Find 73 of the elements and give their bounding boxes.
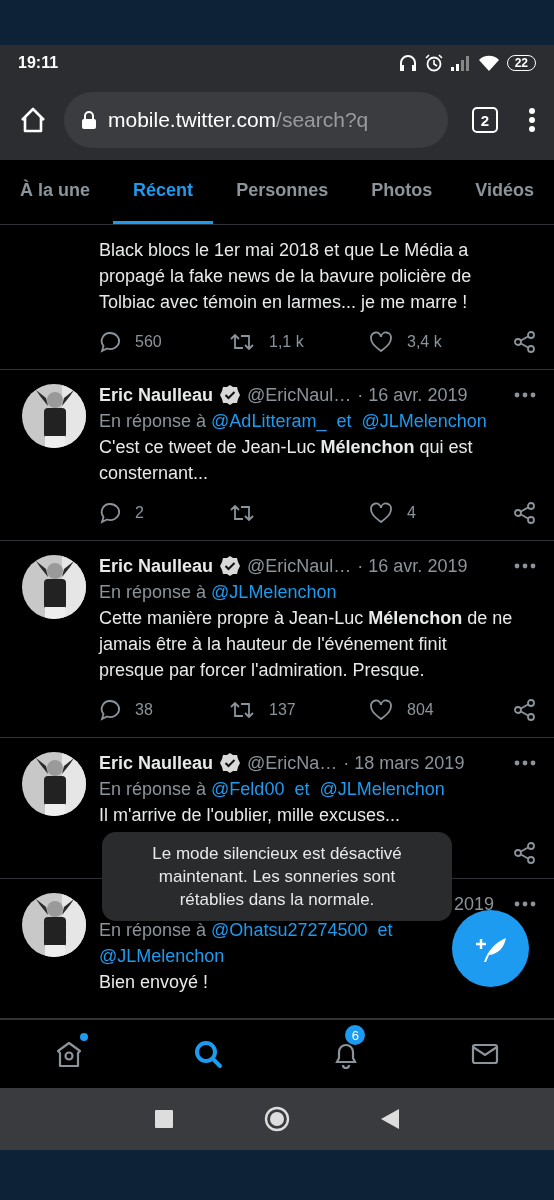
recents-icon[interactable] [155,1110,174,1128]
more-icon[interactable] [528,107,536,133]
tweet-date: 2019 [453,893,494,916]
heart-icon[interactable] [369,331,393,353]
clock-time: 19:11 [18,53,59,72]
tweet-text: Il m'arrive de l'oublier, mille excuses... [99,804,401,827]
tweet-text: Bien envoyé ! [99,971,210,994]
mention-link[interactable]: @Feld00 [211,779,285,799]
tweet-text: C'est ce tweet de Jean-Luc Mélenchon qui est consternant... [99,436,474,485]
heart-icon[interactable] [369,699,393,721]
reply-count: 560 [135,332,162,352]
tab[interactable]: Personnes [236,160,329,224]
tweet-text: Cette manière propre à Jean-Luc Mélenchon de ne jamais être à la hauteur de l'événement finit presque par forcer l'admiration. Presque. [99,607,514,682]
author-name[interactable]: Eric Naulleau [99,553,214,579]
like-count: 804 [407,700,434,720]
retweet-icon[interactable] [229,502,255,524]
reply-joiner: et [377,920,393,940]
tweet-date: · 16 avr. 2019 [357,555,468,578]
author-handle: @EricNaul… [247,555,352,578]
reply-icon[interactable] [99,502,121,524]
url-field[interactable]: mobile.twitter.com/search?q [64,92,448,148]
share-icon[interactable] [514,331,536,353]
tweet-text: Black blocs le 1er mai 2018 et que Le Média a propagé la fake news de la bavure policière de Tolbiac avec témoin en larmes... je me marre ! [99,239,473,314]
reply-label: En réponse à [99,920,207,940]
like-count: 3,4 k [407,332,442,352]
share-icon[interactable] [514,699,536,721]
reply-label: En réponse à [99,411,207,431]
retweet-count: 137 [269,700,296,720]
mention-link[interactable]: @JLMelenchon [319,779,445,799]
author-handle: @EricNaul… [247,384,352,407]
tweet-date: · 18 mars 2019 [343,752,465,775]
notification-badge: 6 [345,1025,366,1045]
retweet-count: 1,1 k [269,332,304,352]
reply-count: 2 [135,503,144,523]
lock-icon [82,111,96,129]
author-name[interactable]: Eric Naulleau [99,750,214,776]
search-icon[interactable] [192,1039,223,1069]
tab[interactable]: Photos [371,160,433,224]
reply-icon[interactable] [99,699,121,721]
reply-joiner: et [294,779,310,799]
mention-link[interactable]: @Ohatsu27274500 [211,920,368,940]
tab-count-button[interactable]: 2 [472,107,498,133]
mention-link[interactable]: @JLMelenchon [361,411,487,431]
share-icon[interactable] [514,502,536,524]
tab[interactable]: À la une [20,160,90,224]
signal-icon [450,54,471,71]
tweet-date: · 16 avr. 2019 [357,384,468,407]
author-name[interactable]: Eric Naulleau [99,382,214,408]
retweet-icon[interactable] [229,331,255,353]
more-icon[interactable] [514,760,536,766]
toast-message: Le mode silencieux est désactivé maintenant. Les sonneries sont rétablies dans la normale. [102,832,452,921]
reply-joiner: et [336,411,352,431]
headphones-icon [398,53,417,72]
alarm-icon [424,53,443,72]
retweet-icon[interactable] [229,699,255,721]
like-count: 4 [407,503,416,523]
reply-icon[interactable] [99,331,121,353]
reply-label: En réponse à [99,582,207,602]
mention-link[interactable]: @JLMelenchon [211,582,337,602]
reply-label: En réponse à [99,779,207,799]
more-icon[interactable] [514,563,536,569]
more-icon[interactable] [514,392,536,398]
share-icon[interactable] [514,842,536,864]
heart-icon[interactable] [369,502,393,524]
author-handle: @EricNa… [247,752,338,775]
home-button-icon[interactable] [264,1106,290,1132]
wifi-icon [478,54,499,71]
mention-link[interactable]: @JLMelenchon [99,946,225,966]
reply-count: 38 [135,700,153,720]
more-icon[interactable] [514,901,536,907]
back-icon[interactable] [380,1109,399,1129]
tab[interactable]: Vidéos [475,160,534,224]
mention-link[interactable]: @AdLitteram_ [211,411,327,431]
